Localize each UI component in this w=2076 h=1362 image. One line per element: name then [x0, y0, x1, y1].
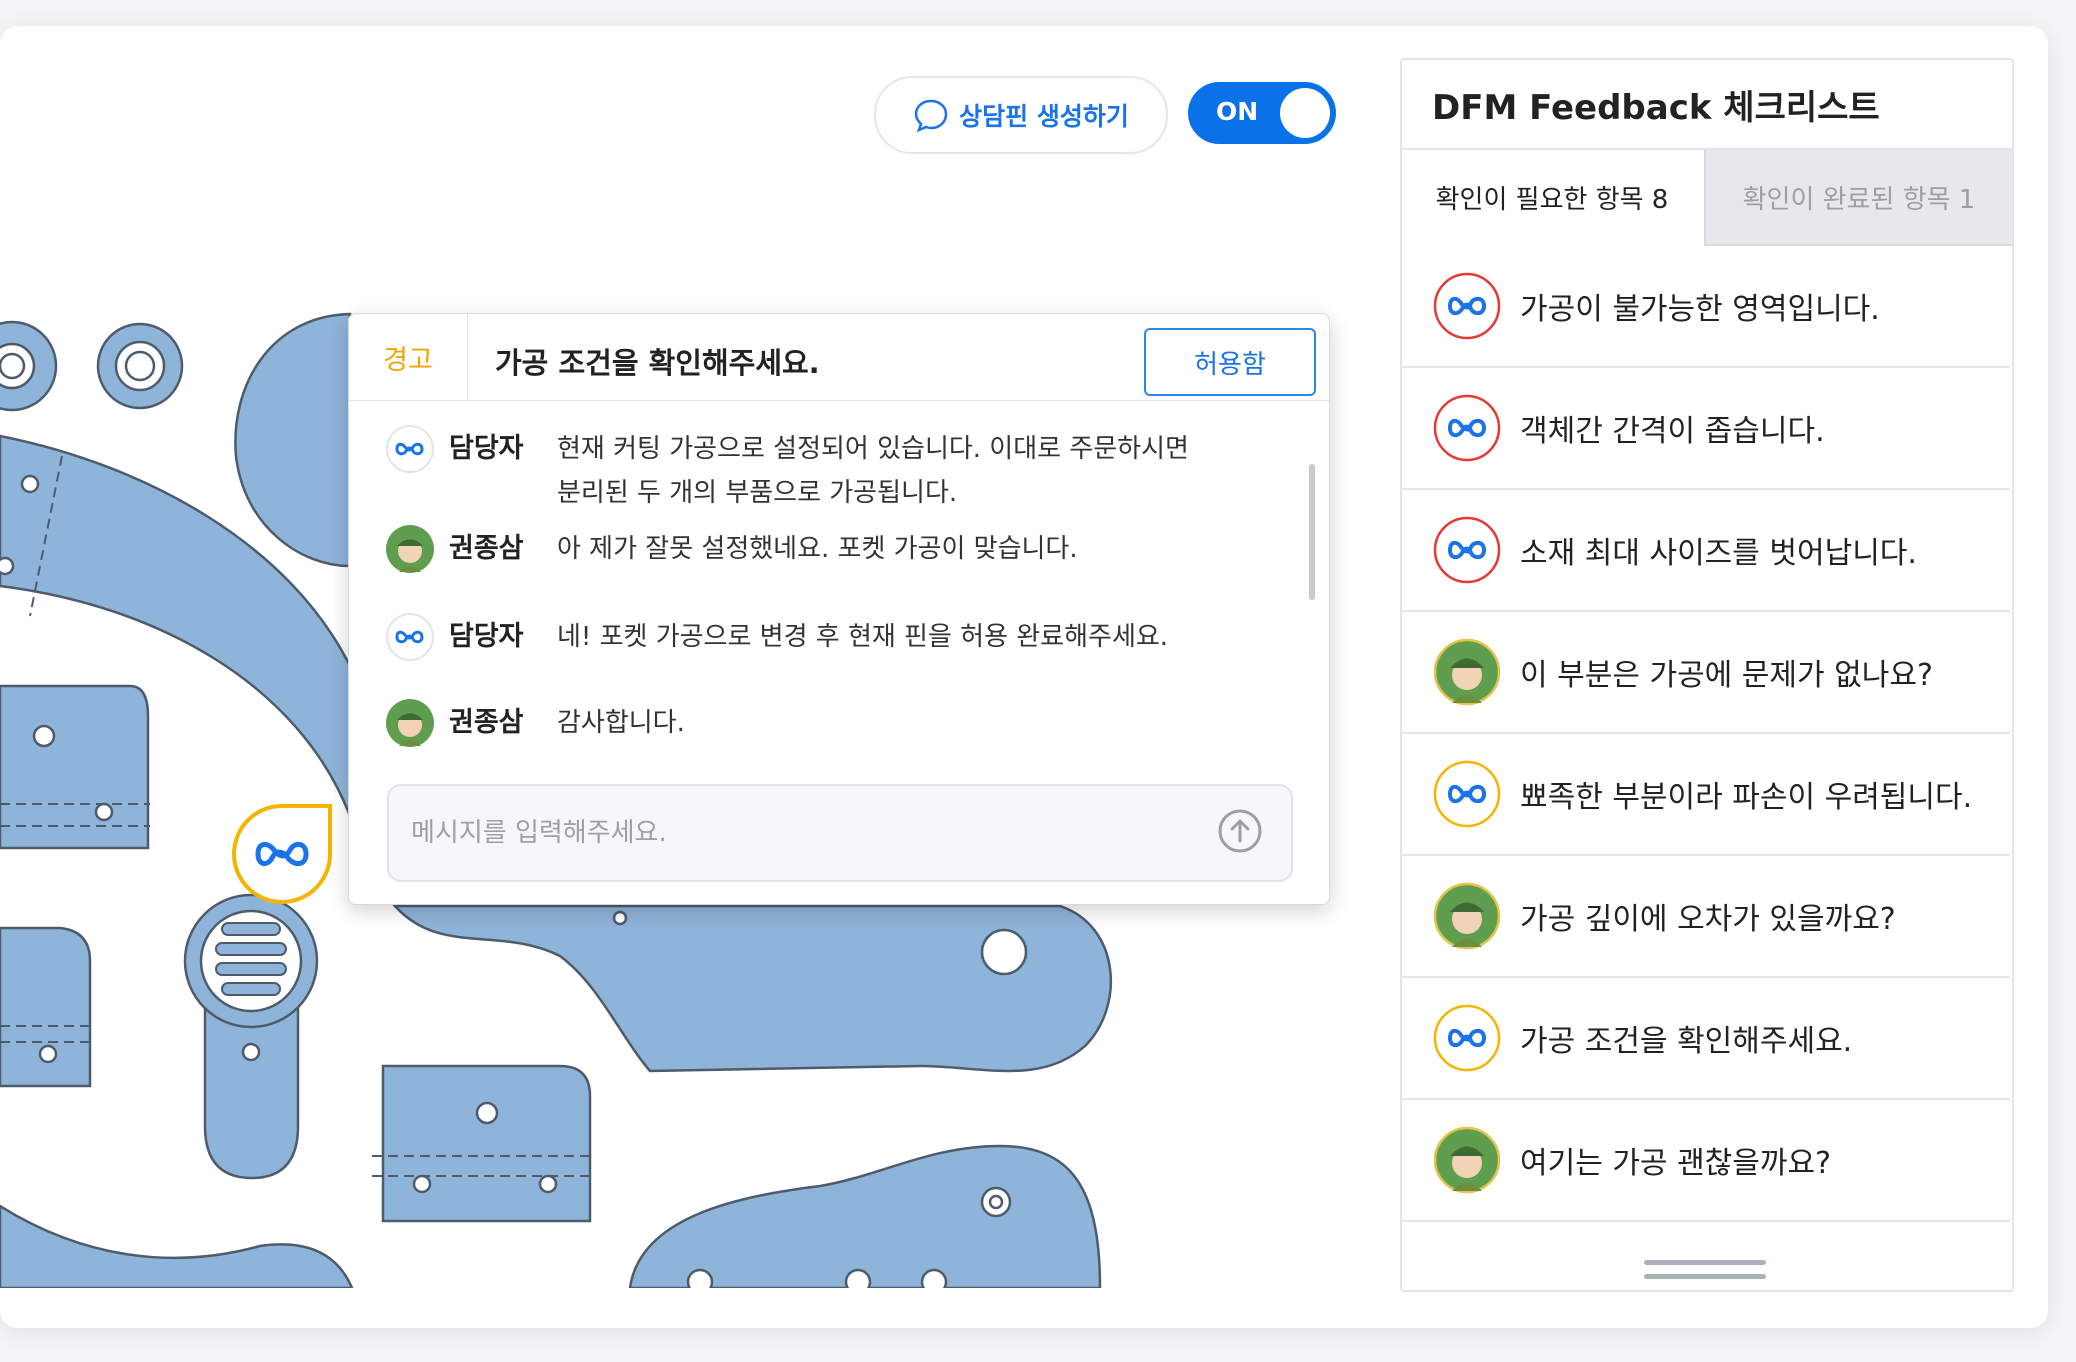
checklist-item-label: 가공 조건을 확인해주세요. — [1520, 1024, 1853, 1059]
user-avatar-icon — [1433, 1126, 1501, 1194]
checklist-item[interactable]: 이 부분은 가공에 문제가 없나요? — [1402, 612, 2010, 734]
checklist-item-label: 가공 깊이에 오차가 있을까요? — [1520, 902, 1896, 937]
consult-pin-popup: 경고 가공 조건을 확인해주세요. 허용함 담당자 현재 커팅 가공으로 설정되… — [348, 313, 1330, 905]
popup-title: 가공 조건을 확인해주세요. — [495, 346, 820, 380]
manager-logo-icon — [386, 425, 434, 473]
checklist-item-label: 가공이 불가능한 영역입니다. — [1520, 292, 1880, 327]
message-text: 네! 포켓 가공으로 변경 후 현재 핀을 허용 완료해주세요. — [557, 622, 1169, 652]
allow-button[interactable]: 허용함 — [1144, 328, 1316, 396]
curve-part — [0, 1204, 354, 1288]
checklist-item-label: 소재 최대 사이즈를 벗어납니다. — [1520, 536, 1917, 571]
resize-handle[interactable] — [1644, 1274, 1766, 1279]
consult-pin-marker[interactable] — [230, 802, 334, 906]
panel-title: DFM Feedback 체크리스트 — [1432, 88, 1880, 128]
checklist-item[interactable]: 가공이 불가능한 영역입니다. — [1402, 246, 2010, 368]
send-arrow-icon[interactable] — [1217, 808, 1263, 854]
popup-header: 경고 가공 조건을 확인해주세요. 허용함 — [349, 314, 1329, 401]
logo-yellow-icon — [1433, 760, 1501, 828]
logo-yellow-icon — [1433, 1004, 1501, 1072]
tab-needs-check[interactable]: 확인이 필요한 항목 8 — [1402, 150, 1702, 244]
block-part — [0, 684, 150, 850]
chat-scrollbar[interactable] — [1309, 464, 1315, 600]
message-text: 감사합니다. — [557, 708, 685, 738]
blob-part — [628, 1144, 1102, 1288]
checklist-item-label: 여기는 가공 괜찮을까요? — [1520, 1146, 1831, 1181]
user-avatar-icon — [1433, 638, 1501, 706]
message-author: 권종삼 — [449, 707, 524, 738]
message-input[interactable] — [409, 810, 1193, 856]
block-part — [381, 1064, 592, 1223]
pin-visibility-toggle[interactable]: ON — [1188, 82, 1336, 144]
checklist-item[interactable]: 소재 최대 사이즈를 벗어납니다. — [1402, 490, 2010, 612]
tab-checked[interactable]: 확인이 완료된 항목 1 — [1704, 150, 2012, 246]
checklist-item-label: 이 부분은 가공에 문제가 없나요? — [1520, 658, 1933, 693]
checklist-item[interactable]: 가공 깊이에 오차가 있을까요? — [1402, 856, 2010, 978]
resize-handle[interactable] — [1644, 1260, 1766, 1265]
user-avatar-icon — [1433, 882, 1501, 950]
manager-logo-icon — [386, 613, 434, 661]
toggle-knob — [1280, 88, 1330, 138]
round-part — [234, 312, 352, 568]
create-consult-pin-button[interactable]: 상담핀 생성하기 — [874, 76, 1168, 154]
user-avatar-icon — [386, 699, 434, 747]
message-text: 현재 커팅 가공으로 설정되어 있습니다. 이대로 주문하시면 분리된 두 개의… — [557, 434, 1189, 508]
user-avatar-icon — [386, 525, 434, 573]
chat-bubble-icon — [914, 99, 948, 133]
checklist-item[interactable]: 뾰족한 부분이라 파손이 우려됩니다. — [1402, 734, 2010, 856]
logo-red-icon — [1433, 272, 1501, 340]
message-author: 담당자 — [449, 433, 524, 464]
message-input-box — [387, 784, 1293, 882]
checklist-item[interactable]: 가공 조건을 확인해주세요. — [1402, 978, 2010, 1100]
logo-red-icon — [1433, 516, 1501, 584]
checklist-item-label: 뾰족한 부분이라 파손이 우려됩니다. — [1520, 780, 1973, 815]
chat-message: 담당자 현재 커팅 가공으로 설정되어 있습니다. 이대로 주문하시면 분리된 … — [385, 424, 1277, 515]
checklist-item[interactable]: 여기는 가공 괜찮을까요? — [1402, 1100, 2010, 1222]
message-text: 아 제가 잘못 설정했네요. 포켓 가공이 맞습니다. — [557, 534, 1078, 564]
checklist-item-label: 객체간 간격이 좁습니다. — [1520, 414, 1825, 449]
dfm-feedback-panel: DFM Feedback 체크리스트 확인이 필요한 항목 8 확인이 완료된 … — [1400, 58, 2014, 1292]
chat-message: 권종삼 감사합니다. — [385, 698, 1277, 748]
chat-message: 담당자 네! 포켓 가공으로 변경 후 현재 핀을 허용 완료해주세요. — [385, 612, 1277, 662]
warning-tag: 경고 — [349, 314, 468, 400]
logo-red-icon — [1433, 394, 1501, 462]
create-consult-pin-label: 상담핀 생성하기 — [959, 102, 1129, 131]
chat-message: 권종삼 아 제가 잘못 설정했네요. 포켓 가공이 맞습니다. — [385, 524, 1277, 574]
toggle-label: ON — [1216, 97, 1259, 126]
app-frame: 상담핀 생성하기 ON 경고 가공 조건을 확인해주세요. 허용함 담당자 현재… — [0, 26, 2048, 1328]
message-author: 권종삼 — [449, 533, 524, 564]
message-author: 담당자 — [449, 621, 524, 652]
pin-logo-icon — [232, 804, 332, 904]
checklist-item[interactable]: 객체간 간격이 좁습니다. — [1402, 368, 2010, 490]
